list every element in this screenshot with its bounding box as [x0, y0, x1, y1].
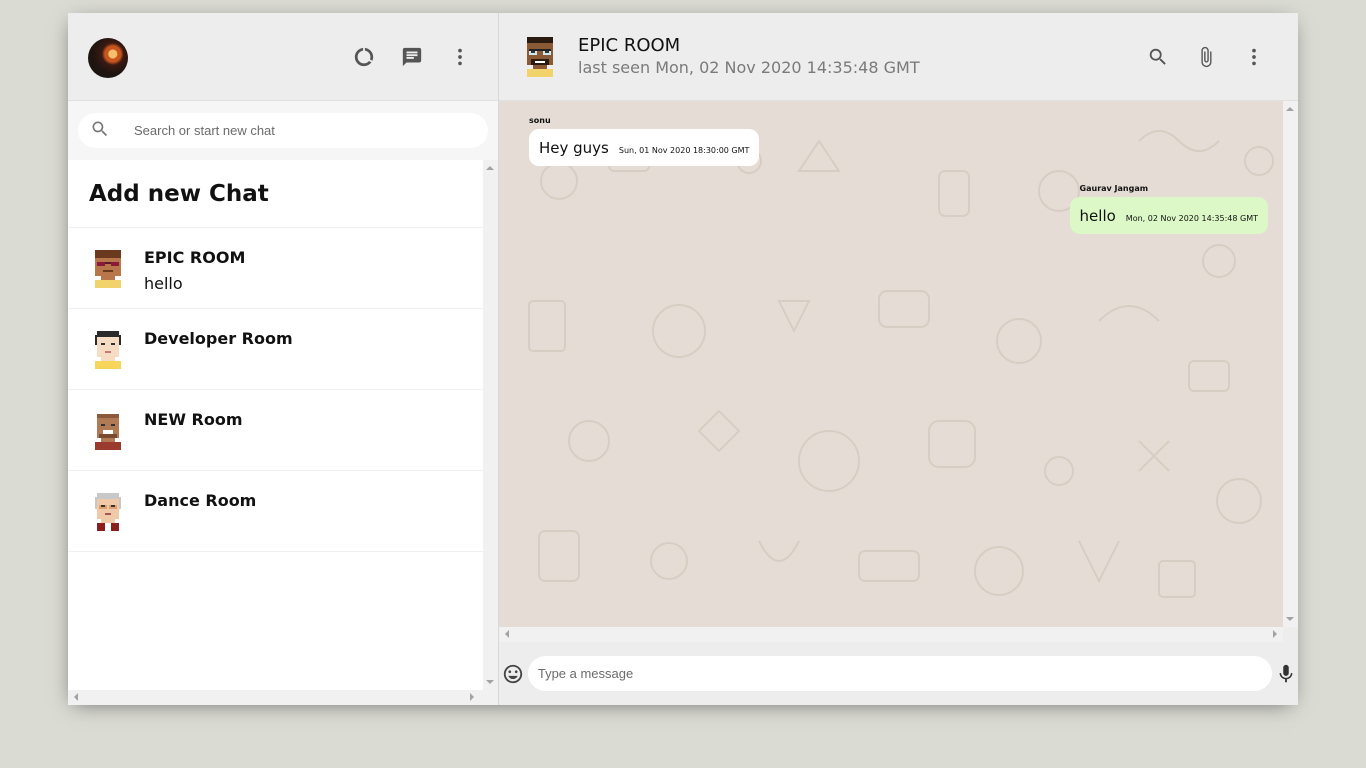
scroll-right-arrow-icon[interactable]: [1273, 630, 1281, 638]
message-input[interactable]: [527, 656, 1273, 691]
chat-list-container: Add new Chat EPIC ROOM hello Developer R…: [68, 160, 498, 705]
add-new-chat-button[interactable]: Add new Chat: [68, 160, 484, 228]
chat-list-vertical-scrollbar[interactable]: [483, 160, 498, 705]
chat-messages-area: sonu Hey guys Sun, 01 Nov 2020 18:30:00 …: [499, 101, 1298, 627]
room-avatar: [89, 410, 127, 450]
search-input[interactable]: [134, 123, 454, 138]
chat-horizontal-scrollbar[interactable]: [499, 627, 1283, 642]
sidebar-header: [68, 13, 498, 101]
emoji-icon[interactable]: [501, 662, 525, 686]
chat-list-item-new-room[interactable]: NEW Room: [68, 390, 484, 471]
scroll-down-arrow-icon[interactable]: [1286, 617, 1294, 625]
mic-icon[interactable]: [1274, 662, 1298, 686]
search-container: [78, 113, 488, 148]
chat-last-seen: last seen Mon, 02 Nov 2020 14:35:48 GMT: [578, 57, 920, 77]
chat-menu-icon[interactable]: [1242, 45, 1266, 69]
scroll-left-arrow-icon[interactable]: [70, 693, 78, 701]
room-avatar: [89, 329, 127, 369]
room-avatar: [89, 491, 127, 531]
sidebar: Add new Chat: [68, 13, 499, 705]
chat-room-name: EPIC ROOM: [578, 34, 681, 56]
chat-vertical-scrollbar[interactable]: [1283, 101, 1298, 627]
message-sender: Gaurav Jangam: [1079, 184, 1149, 193]
chat-list: Add new Chat EPIC ROOM hello Developer R…: [68, 160, 484, 552]
chat-header: EPIC ROOM last seen Mon, 02 Nov 2020 14:…: [499, 13, 1298, 101]
search-icon: [90, 119, 110, 143]
message-text: hello: [1079, 207, 1116, 225]
chat-name: Developer Room: [144, 329, 293, 348]
add-new-chat-label: Add new Chat: [89, 180, 269, 207]
chat-search-icon[interactable]: [1146, 45, 1170, 69]
scroll-left-arrow-icon[interactable]: [501, 630, 509, 638]
scroll-down-arrow-icon[interactable]: [486, 680, 494, 688]
message-bubble: hello Mon, 02 Nov 2020 14:35:48 GMT: [1069, 197, 1268, 234]
chat-list-item-epic-room[interactable]: EPIC ROOM hello: [68, 228, 484, 309]
message-own: Gaurav Jangam hello Mon, 02 Nov 2020 14:…: [1069, 184, 1268, 234]
app-window: Add new Chat: [68, 13, 1298, 705]
chat-footer: [499, 642, 1298, 705]
room-avatar: [89, 248, 127, 288]
scroll-up-arrow-icon[interactable]: [486, 162, 494, 170]
message-timestamp: Mon, 02 Nov 2020 14:35:48 GMT: [1125, 214, 1258, 223]
message-sender: sonu: [529, 116, 551, 125]
attach-file-icon[interactable]: [1194, 45, 1218, 69]
chat-list-horizontal-scrollbar[interactable]: [68, 690, 484, 705]
new-chat-icon[interactable]: [400, 45, 424, 69]
user-avatar[interactable]: [88, 37, 128, 78]
chat-background-pattern: [528, 130, 1274, 598]
sidebar-search: [68, 101, 498, 160]
scroll-right-arrow-icon[interactable]: [470, 693, 478, 701]
chat-last-message: hello: [144, 274, 183, 293]
chat-name: EPIC ROOM: [144, 248, 246, 267]
chat-name: Dance Room: [144, 491, 257, 510]
sidebar-menu-icon[interactable]: [448, 45, 472, 69]
status-icon[interactable]: [352, 45, 376, 69]
chat-panel: EPIC ROOM last seen Mon, 02 Nov 2020 14:…: [499, 13, 1298, 705]
chat-list-item-dance-room[interactable]: Dance Room: [68, 471, 484, 552]
chat-list-item-developer-room[interactable]: Developer Room: [68, 309, 484, 390]
message-timestamp: Sun, 01 Nov 2020 18:30:00 GMT: [618, 146, 750, 155]
message-bubble: Hey guys Sun, 01 Nov 2020 18:30:00 GMT: [529, 129, 760, 166]
message-text: Hey guys: [539, 139, 609, 157]
scroll-up-arrow-icon[interactable]: [1286, 103, 1294, 111]
chat-header-avatar[interactable]: [521, 36, 559, 77]
chat-name: NEW Room: [144, 410, 243, 429]
message: sonu Hey guys Sun, 01 Nov 2020 18:30:00 …: [529, 116, 760, 166]
